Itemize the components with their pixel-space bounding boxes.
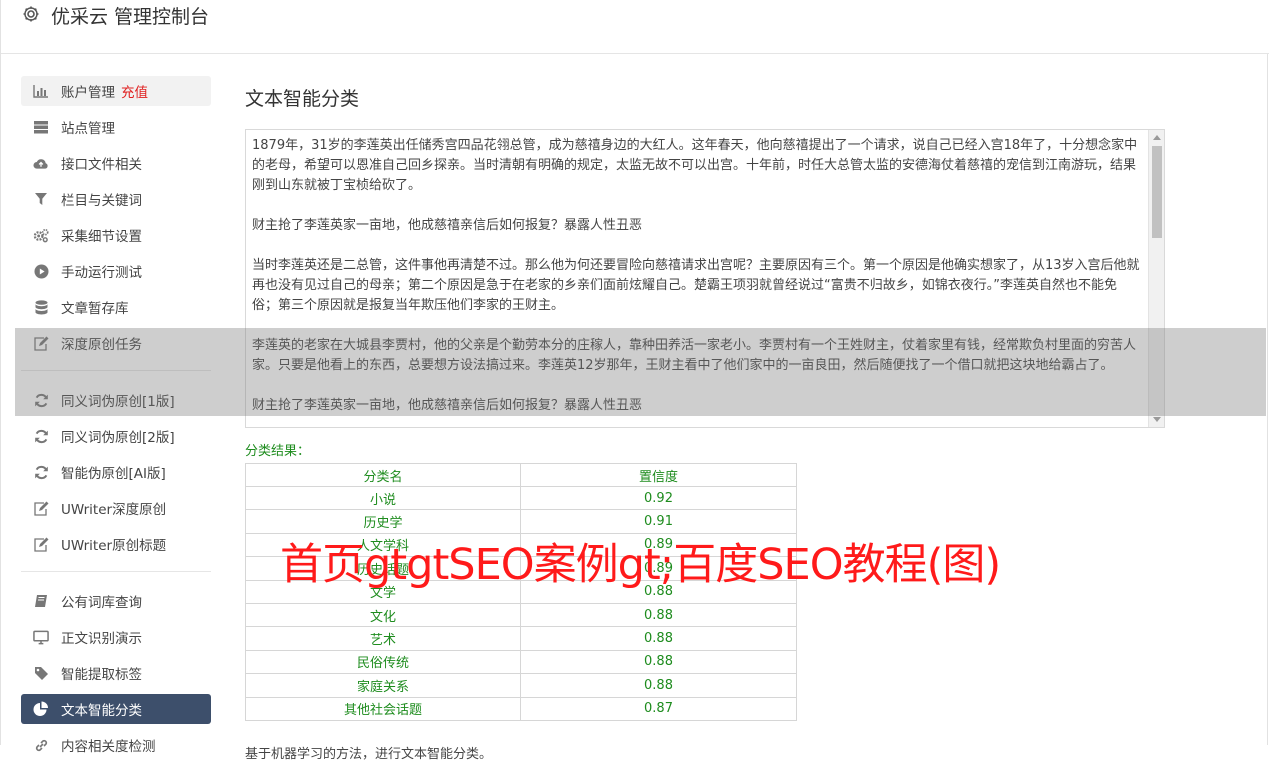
category-name-cell: 小说 bbox=[245, 485, 521, 511]
refresh-icon bbox=[33, 464, 49, 480]
book-icon bbox=[33, 593, 49, 609]
sidebar-item-label: 站点管理 bbox=[61, 121, 115, 137]
sidebar-item[interactable]: UWriter深度原创 bbox=[21, 493, 211, 523]
confidence-cell: 0.92 bbox=[520, 485, 797, 511]
sidebar-divider bbox=[21, 571, 211, 572]
sidebar-item-label: 正文识别演示 bbox=[61, 631, 142, 647]
sidebar-item[interactable]: 采集细节设置 bbox=[21, 220, 211, 250]
header: 优采云 管理控制台 bbox=[1, 0, 1269, 54]
sidebar-item-label: 内容相关度检测 bbox=[61, 739, 156, 755]
watermark-text: 首页gtgtSEO案例gt;百度SEO教程(图) bbox=[280, 540, 1001, 590]
filter-icon bbox=[33, 191, 49, 207]
confidence-cell: 0.88 bbox=[520, 649, 797, 675]
translucent-overlay-band bbox=[15, 328, 1266, 416]
play-circle-icon bbox=[33, 263, 49, 279]
sidebar-item-label: 采集细节设置 bbox=[61, 229, 142, 245]
sidebar-item-label: 同义词伪原创[2版] bbox=[61, 430, 175, 446]
category-name-cell: 艺术 bbox=[245, 626, 521, 651]
cloud-upload-icon bbox=[33, 155, 49, 171]
tag-icon bbox=[33, 665, 49, 681]
table-row: 文化 0.88 bbox=[245, 602, 797, 628]
sidebar-item[interactable]: 智能提取标签 bbox=[21, 658, 211, 688]
pie-chart-icon bbox=[33, 701, 49, 717]
confidence-cell: 0.88 bbox=[520, 602, 797, 628]
table-row: 其他社会话题 0.87 bbox=[245, 696, 797, 721]
sidebar-item-label: 手动运行测试 bbox=[61, 265, 142, 281]
sidebar-item[interactable]: 接口文件相关 bbox=[21, 148, 211, 178]
scrollbar-thumb[interactable] bbox=[1152, 146, 1162, 238]
sidebar-item[interactable]: 内容相关度检测 bbox=[21, 730, 211, 760]
edit-icon bbox=[33, 500, 49, 516]
sidebar-item-label: 智能伪原创[AI版] bbox=[61, 466, 166, 482]
column-header-confidence: 置信度 bbox=[520, 463, 797, 487]
footnote: 基于机器学习的方法，进行文本智能分类。 bbox=[245, 746, 493, 762]
database-icon bbox=[33, 299, 49, 315]
sidebar-item[interactable]: 站点管理 bbox=[21, 112, 211, 142]
confidence-cell: 0.87 bbox=[520, 696, 797, 721]
server-icon bbox=[33, 119, 49, 135]
column-header-name: 分类名 bbox=[245, 463, 521, 487]
app-title: 优采云 管理控制台 bbox=[51, 6, 210, 28]
sidebar-item-label: 账户管理 bbox=[61, 85, 115, 101]
sidebar-item[interactable]: UWriter原创标题 bbox=[21, 529, 211, 559]
sidebar-item[interactable]: 账户管理 充值 bbox=[21, 76, 211, 106]
table-row: 民俗传统 0.88 bbox=[245, 649, 797, 675]
edit-icon bbox=[33, 536, 49, 552]
category-name-cell: 其他社会话题 bbox=[245, 696, 521, 721]
sidebar-item[interactable]: 同义词伪原创[2版] bbox=[21, 421, 211, 451]
sidebar-item-label: 栏目与关键词 bbox=[61, 193, 142, 209]
sidebar-item[interactable]: 栏目与关键词 bbox=[21, 184, 211, 214]
sidebar-item[interactable]: 文本智能分类 bbox=[21, 694, 211, 724]
confidence-cell: 0.88 bbox=[520, 673, 797, 698]
sidebar-item-label: 接口文件相关 bbox=[61, 157, 142, 173]
category-name-cell: 民俗传统 bbox=[245, 649, 521, 675]
sidebar-item[interactable]: 公有词库查询 bbox=[21, 586, 211, 616]
refresh-icon bbox=[33, 428, 49, 444]
scroll-up-arrow-icon[interactable] bbox=[1153, 135, 1161, 140]
sidebar-item[interactable]: 手动运行测试 bbox=[21, 256, 211, 286]
sidebar-item-label: UWriter原创标题 bbox=[61, 538, 167, 554]
category-name-cell: 家庭关系 bbox=[245, 673, 521, 698]
sidebar-item-label: 智能提取标签 bbox=[61, 667, 142, 683]
table-row: 家庭关系 0.88 bbox=[245, 673, 797, 698]
link-icon bbox=[33, 737, 49, 753]
table-header-row: 分类名 置信度 bbox=[245, 463, 797, 487]
sidebar-item[interactable]: 正文识别演示 bbox=[21, 622, 211, 652]
sidebar-item-label: 文章暂存库 bbox=[61, 301, 129, 317]
sidebar: 账户管理 充值 站点管理 接口文件相关 栏目与关键词 采集细节设置 手动运行测试 文章暂存库深… bbox=[21, 76, 211, 766]
gears-icon bbox=[33, 227, 49, 243]
category-name-cell: 文化 bbox=[245, 602, 521, 628]
sidebar-item[interactable]: 文章暂存库 bbox=[21, 292, 211, 322]
table-row: 艺术 0.88 bbox=[245, 626, 797, 651]
confidence-cell: 0.88 bbox=[520, 626, 797, 651]
sidebar-item-label: 公有词库查询 bbox=[61, 595, 142, 611]
monitor-icon bbox=[33, 629, 49, 645]
gear-icon bbox=[23, 6, 39, 22]
sidebar-item-label: UWriter深度原创 bbox=[61, 502, 167, 518]
sidebar-item[interactable]: 智能伪原创[AI版] bbox=[21, 457, 211, 487]
recharge-link[interactable]: 充值 bbox=[121, 81, 148, 101]
page-title: 文本智能分类 bbox=[245, 88, 360, 110]
result-label: 分类结果： bbox=[245, 444, 311, 459]
table-row: 小说 0.92 bbox=[245, 485, 797, 511]
scroll-down-arrow-icon[interactable] bbox=[1153, 417, 1161, 422]
sidebar-item-label: 文本智能分类 bbox=[61, 703, 142, 719]
main-content: 文本智能分类 1879年，31岁的李莲英出任储秀宫四品花翎总管，成为慈禧身边的大… bbox=[245, 84, 1165, 762]
bar-chart-icon bbox=[33, 83, 49, 99]
